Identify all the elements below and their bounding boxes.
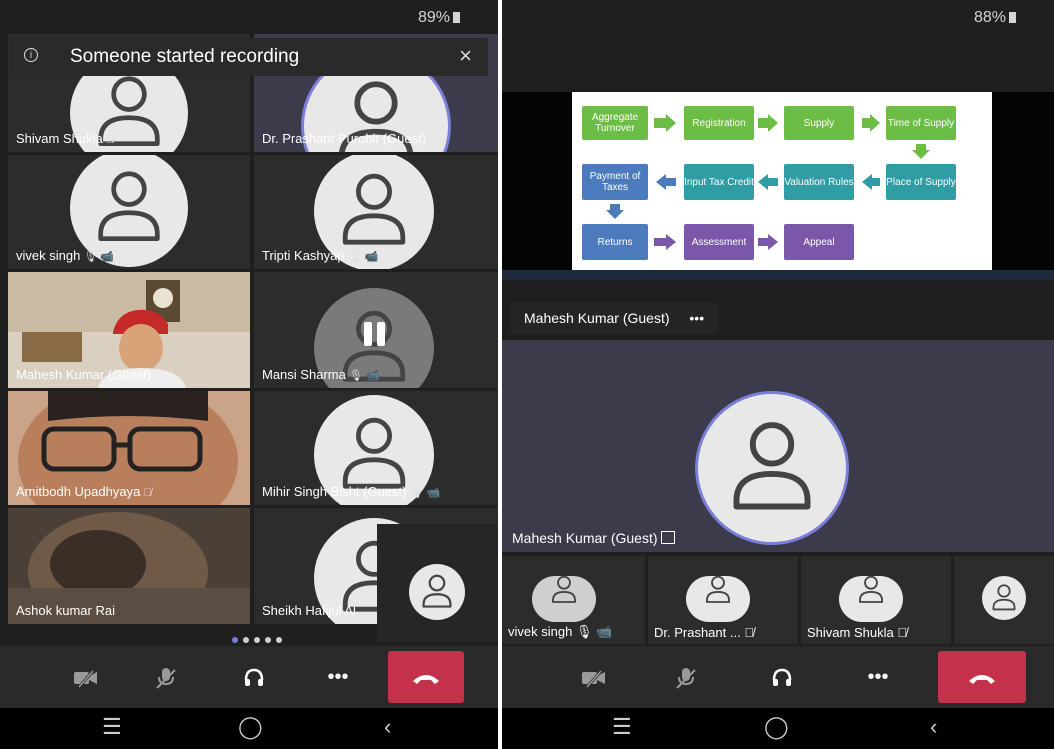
participant-name: Tripti Kashyap 🎙 📹 <box>262 248 379 263</box>
avatar <box>982 576 1026 620</box>
system-navigation-bar: ☰ ◯ ‹ <box>0 708 498 749</box>
notification-text: Someone started recording <box>70 46 300 67</box>
participant-tile[interactable] <box>954 556 1054 644</box>
mic-muted-icon: 🎙̸ <box>897 625 908 640</box>
spotlight-tile[interactable]: Mahesh Kumar (Guest) <box>502 340 1054 552</box>
page-dot[interactable] <box>232 637 238 643</box>
avatar <box>839 576 903 622</box>
participant-tile[interactable]: Ashok kumar Rai <box>8 508 250 624</box>
participant-name: Sheikh Hafijul Al <box>262 603 356 618</box>
more-options-icon[interactable]: ••• <box>689 310 704 326</box>
call-controls: ••• <box>0 646 498 708</box>
call-controls: ••• <box>502 646 1054 708</box>
presenter-label[interactable]: Mahesh Kumar (Guest) ••• <box>510 302 719 334</box>
mic-muted-icon: 🎙̸ <box>105 134 114 146</box>
presenter-name: Mahesh Kumar (Guest) <box>524 310 670 326</box>
avatar <box>698 394 846 542</box>
participant-tile[interactable]: Mahesh Kumar (Guest) <box>8 272 250 388</box>
participant-tile[interactable]: Mihir Singh Bisht (Guest) 🎙 📹 <box>254 391 498 505</box>
home-icon[interactable]: ◯ <box>238 714 263 740</box>
flow-arrows <box>606 114 930 250</box>
battery-icon <box>1009 12 1016 23</box>
avatar <box>532 576 596 622</box>
headset-icon[interactable] <box>224 646 284 708</box>
mic-off-icon[interactable] <box>656 646 716 708</box>
back-icon[interactable]: ‹ <box>930 714 937 740</box>
hang-up-icon <box>413 675 439 685</box>
hang-up-button[interactable] <box>938 651 1026 703</box>
battery-icon <box>453 12 460 23</box>
screen-share-icon <box>661 531 676 544</box>
participant-name: vivek singh 🎙 📹 <box>16 248 115 263</box>
mic-camera-icons: 🎙 📹 <box>409 487 441 499</box>
mic-off-icon[interactable] <box>136 646 196 708</box>
camera-off-icon[interactable] <box>56 646 116 708</box>
participant-tile[interactable]: Shivam Shukla 🎙̸ <box>801 556 951 644</box>
participant-name: vivek singh 🎙 📹 <box>508 624 613 639</box>
mic-muted-icon: 🎙̸ <box>744 625 755 640</box>
participant-name: Shivam Shukla 🎙̸ <box>16 131 114 146</box>
avatar <box>409 564 465 620</box>
participant-tile[interactable]: vivek singh 🎙 📹 <box>502 556 645 644</box>
avatar <box>686 576 750 622</box>
participant-name: Mahesh Kumar (Guest) <box>512 530 676 546</box>
shared-screen[interactable]: Aggregate Turnover Registration Supply T… <box>502 92 1054 280</box>
system-navigation-bar: ☰ ◯ ‹ <box>502 708 1054 749</box>
info-icon: i <box>24 48 38 62</box>
headset-icon[interactable] <box>752 646 812 708</box>
more-icon[interactable]: ••• <box>308 646 368 708</box>
page-dot[interactable] <box>265 637 271 643</box>
participant-name: Mihir Singh Bisht (Guest) 🎙 📹 <box>262 484 441 499</box>
battery-indicator: 88% <box>974 9 1016 27</box>
camera-off-icon[interactable] <box>564 646 624 708</box>
participant-name: Shivam Shukla 🎙̸ <box>807 625 908 640</box>
participant-name: Dr. Prashant ... 🎙̸ <box>654 625 755 640</box>
status-bar: 88% <box>502 0 1054 34</box>
participant-tile[interactable]: vivek singh 🎙 📹 <box>8 155 250 269</box>
close-icon[interactable]: × <box>459 43 472 69</box>
right-phone-screen: 88% Aggregate Turnover Registration Supp… <box>502 0 1054 749</box>
mic-camera-icons: 🎙 📹 <box>347 251 379 263</box>
page-dot[interactable] <box>276 637 282 643</box>
recent-apps-icon[interactable]: ☰ <box>612 714 632 740</box>
hang-up-icon <box>969 675 995 685</box>
mic-camera-icons: 🎙 📹 <box>575 624 613 639</box>
mic-camera-icons: 🎙 📹 <box>83 251 115 263</box>
page-dot[interactable] <box>243 637 249 643</box>
participant-name: Dr. Prashant Purohit (Guest) <box>262 131 427 146</box>
participant-name: Amitbodh Upadhyaya 🎙̸ <box>16 484 152 499</box>
recent-apps-icon[interactable]: ☰ <box>102 714 122 740</box>
recording-notification: i Someone started recording × <box>10 38 488 76</box>
home-icon[interactable]: ◯ <box>764 714 789 740</box>
hang-up-button[interactable] <box>388 651 464 703</box>
participant-tile[interactable]: Tripti Kashyap 🎙 📹 <box>254 155 498 269</box>
participant-name: Mahesh Kumar (Guest) <box>16 367 152 382</box>
back-icon[interactable]: ‹ <box>384 714 391 740</box>
participant-tile[interactable]: Mansi Sharma 🎙 📹 <box>254 272 498 388</box>
shared-slide: Aggregate Turnover Registration Supply T… <box>572 92 992 270</box>
mic-muted-icon: 🎙̸ <box>143 487 152 499</box>
participant-name: Ashok kumar Rai <box>16 603 115 618</box>
participant-tile[interactable]: Amitbodh Upadhyaya 🎙̸ <box>8 391 250 505</box>
mic-camera-icons: 🎙 📹 <box>348 370 380 382</box>
left-phone-screen: 89% i Someone started recording × Shivam… <box>0 0 498 749</box>
battery-indicator: 89% <box>418 9 460 27</box>
shared-taskbar <box>502 270 1054 280</box>
participant-name: Mansi Sharma 🎙 📹 <box>262 367 380 382</box>
self-view[interactable] <box>377 524 498 642</box>
status-bar: 89% <box>0 0 498 34</box>
more-icon[interactable]: ••• <box>848 646 908 708</box>
page-dot[interactable] <box>254 637 260 643</box>
pause-icon <box>364 322 386 346</box>
participant-tile[interactable]: Dr. Prashant ... 🎙̸ <box>648 556 798 644</box>
